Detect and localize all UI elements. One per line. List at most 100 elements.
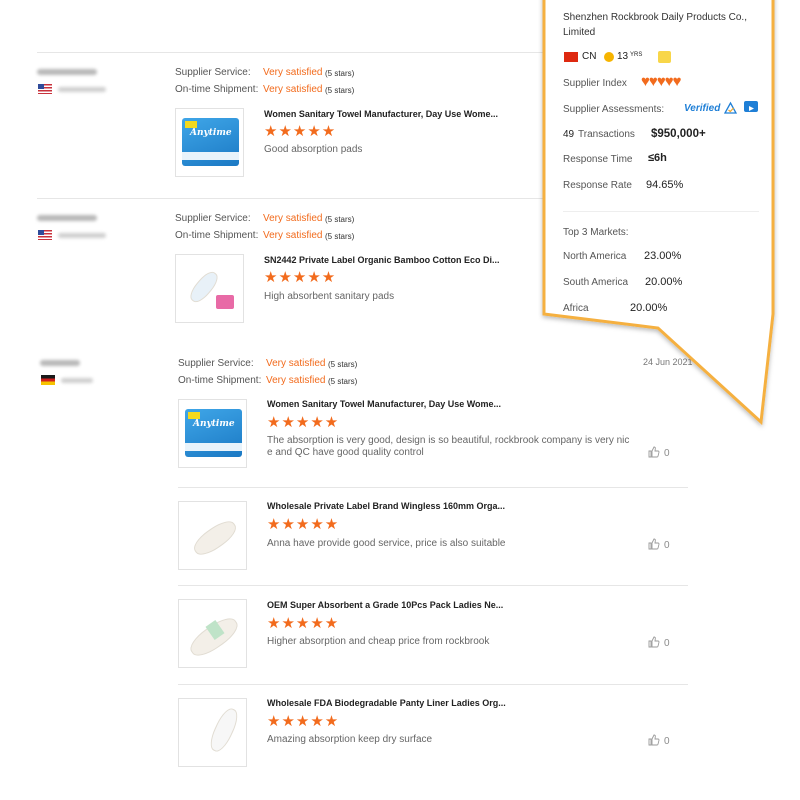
- product-title-link[interactable]: Wholesale Private Label Brand Wingless 1…: [267, 501, 505, 511]
- product-thumbnail[interactable]: Anytime: [178, 399, 247, 468]
- thumbs-up-icon: [648, 734, 660, 746]
- star-rating: ★★★★★: [267, 615, 340, 632]
- like-button[interactable]: 0: [648, 734, 670, 747]
- review-text: High absorbent sanitary pads: [264, 291, 395, 302]
- supplier-service-rating: Very satisfied: [266, 358, 326, 369]
- ontime-shipment-label: On-time Shipment:: [178, 375, 262, 386]
- ontime-shipment-rating: Very satisfied: [266, 375, 326, 386]
- star-rating: ★★★★★: [267, 516, 340, 533]
- reviewer-country: [58, 87, 106, 92]
- product-thumbnail[interactable]: [175, 254, 244, 323]
- ontime-shipment-stars: (5 stars): [328, 377, 358, 386]
- ontime-shipment-label: On-time Shipment:: [175, 84, 259, 95]
- product-title-link[interactable]: Women Sanitary Towel Manufacturer, Day U…: [267, 399, 501, 409]
- like-count: 0: [664, 638, 670, 649]
- germany-flag-icon: [41, 375, 55, 385]
- thumbs-up-icon: [648, 538, 660, 550]
- review-divider: [37, 52, 597, 53]
- ontime-shipment-stars: (5 stars): [325, 86, 355, 95]
- market-value: 20.00%: [630, 302, 668, 314]
- product-title-link[interactable]: SN2442 Private Label Organic Bamboo Cott…: [264, 255, 500, 265]
- transactions-value: $950,000+: [651, 128, 706, 140]
- review-text: Anna have provide good service, price is…: [267, 538, 506, 549]
- supplier-index-hearts: ♥♥♥♥♥: [641, 73, 682, 90]
- market-name: South America: [563, 277, 629, 288]
- supplier-country: CN: [582, 51, 597, 62]
- supplier-info-popover: Shenzhen Rockbrook Daily Products Co., L…: [538, 0, 779, 432]
- response-time-value: ≤6h: [648, 152, 667, 164]
- like-button[interactable]: 0: [648, 636, 670, 649]
- us-flag-icon: [38, 84, 52, 94]
- like-count: 0: [664, 736, 670, 747]
- product-thumbnail[interactable]: [178, 599, 247, 668]
- ontime-shipment-rating: Very satisfied: [263, 230, 323, 241]
- star-rating: ★★★★★: [267, 713, 340, 730]
- market-name: Africa: [563, 303, 589, 314]
- top-markets-title: Top 3 Markets:: [563, 227, 629, 238]
- response-rate-label: Response Rate: [563, 180, 632, 191]
- product-thumbnail[interactable]: Anytime: [175, 108, 244, 177]
- response-rate-value: 94.65%: [646, 179, 684, 191]
- product-thumbnail[interactable]: [178, 501, 247, 570]
- us-flag-icon: [38, 230, 52, 240]
- transactions-count: 49: [563, 129, 575, 140]
- star-rating: ★★★★★: [267, 414, 340, 431]
- response-time-label: Response Time: [563, 154, 633, 165]
- supplier-assessments-label: Supplier Assessments:: [563, 104, 665, 115]
- reviewer-name: [40, 360, 80, 366]
- market-value: 23.00%: [644, 250, 682, 262]
- video-icon[interactable]: [744, 101, 758, 112]
- ontime-shipment-rating: Very satisfied: [263, 84, 323, 95]
- review-text-line: e and QC have good quality control: [267, 447, 424, 458]
- reviewer-name: [37, 215, 97, 221]
- thumbs-up-icon: [648, 446, 660, 458]
- gold-coin-icon: [604, 52, 614, 62]
- supplier-service-label: Supplier Service:: [175, 67, 251, 78]
- product-thumbnail[interactable]: [178, 698, 247, 767]
- popover-divider: [563, 211, 759, 212]
- review-text-line: The absorption is very good, design is s…: [267, 435, 630, 446]
- thumbs-up-icon: [648, 636, 660, 648]
- supplier-service-label: Supplier Service:: [178, 358, 254, 369]
- reviewer-name: [37, 69, 97, 75]
- ontime-shipment-label: On-time Shipment:: [175, 230, 259, 241]
- review-text: Higher absorption and cheap price from r…: [267, 636, 490, 647]
- years-count: 13: [617, 51, 629, 62]
- product-title-link[interactable]: OEM Super Absorbent a Grade 10Pcs Pack L…: [267, 600, 503, 610]
- review-divider: [37, 198, 597, 199]
- like-count: 0: [664, 540, 670, 551]
- market-value: 20.00%: [645, 276, 683, 288]
- review-text: Good absorption pads: [264, 144, 363, 155]
- verified-badge[interactable]: Verified: [684, 103, 720, 114]
- supplier-service-label: Supplier Service:: [175, 213, 251, 224]
- item-divider: [178, 684, 688, 685]
- item-divider: [178, 487, 688, 488]
- product-title-link[interactable]: Wholesale FDA Biodegradable Panty Liner …: [267, 698, 506, 708]
- like-count: 0: [664, 448, 670, 459]
- item-divider: [178, 585, 688, 586]
- supplier-service-stars: (5 stars): [328, 360, 358, 369]
- supplier-index-label: Supplier Index: [563, 78, 627, 89]
- star-rating: ★★★★★: [264, 269, 337, 286]
- onsite-check-icon[interactable]: [723, 101, 738, 114]
- supplier-service-stars: (5 stars): [325, 215, 355, 224]
- reviewer-country: [61, 378, 93, 383]
- market-name: North America: [563, 251, 627, 262]
- supplier-name[interactable]: Shenzhen Rockbrook Daily Products Co.,: [563, 12, 747, 23]
- star-rating: ★★★★★: [264, 123, 337, 140]
- product-title-link[interactable]: Women Sanitary Towel Manufacturer, Day U…: [264, 109, 498, 119]
- supplier-service-rating: Very satisfied: [263, 67, 323, 78]
- review-text: Amazing absorption keep dry surface: [267, 734, 433, 745]
- supplier-service-stars: (5 stars): [325, 69, 355, 78]
- brand-logo: Anytime: [190, 128, 232, 138]
- brand-logo: Anytime: [193, 419, 235, 429]
- reviewer-country: [58, 233, 106, 238]
- ontime-shipment-stars: (5 stars): [325, 232, 355, 241]
- like-button[interactable]: 0: [648, 538, 670, 551]
- gold-badge-icon: [658, 51, 671, 63]
- china-flag-icon: [564, 52, 578, 62]
- years-suffix: YRS: [630, 52, 643, 58]
- like-button[interactable]: 0: [648, 446, 670, 459]
- supplier-service-rating: Very satisfied: [263, 213, 323, 224]
- supplier-name-cont[interactable]: Limited: [563, 27, 595, 38]
